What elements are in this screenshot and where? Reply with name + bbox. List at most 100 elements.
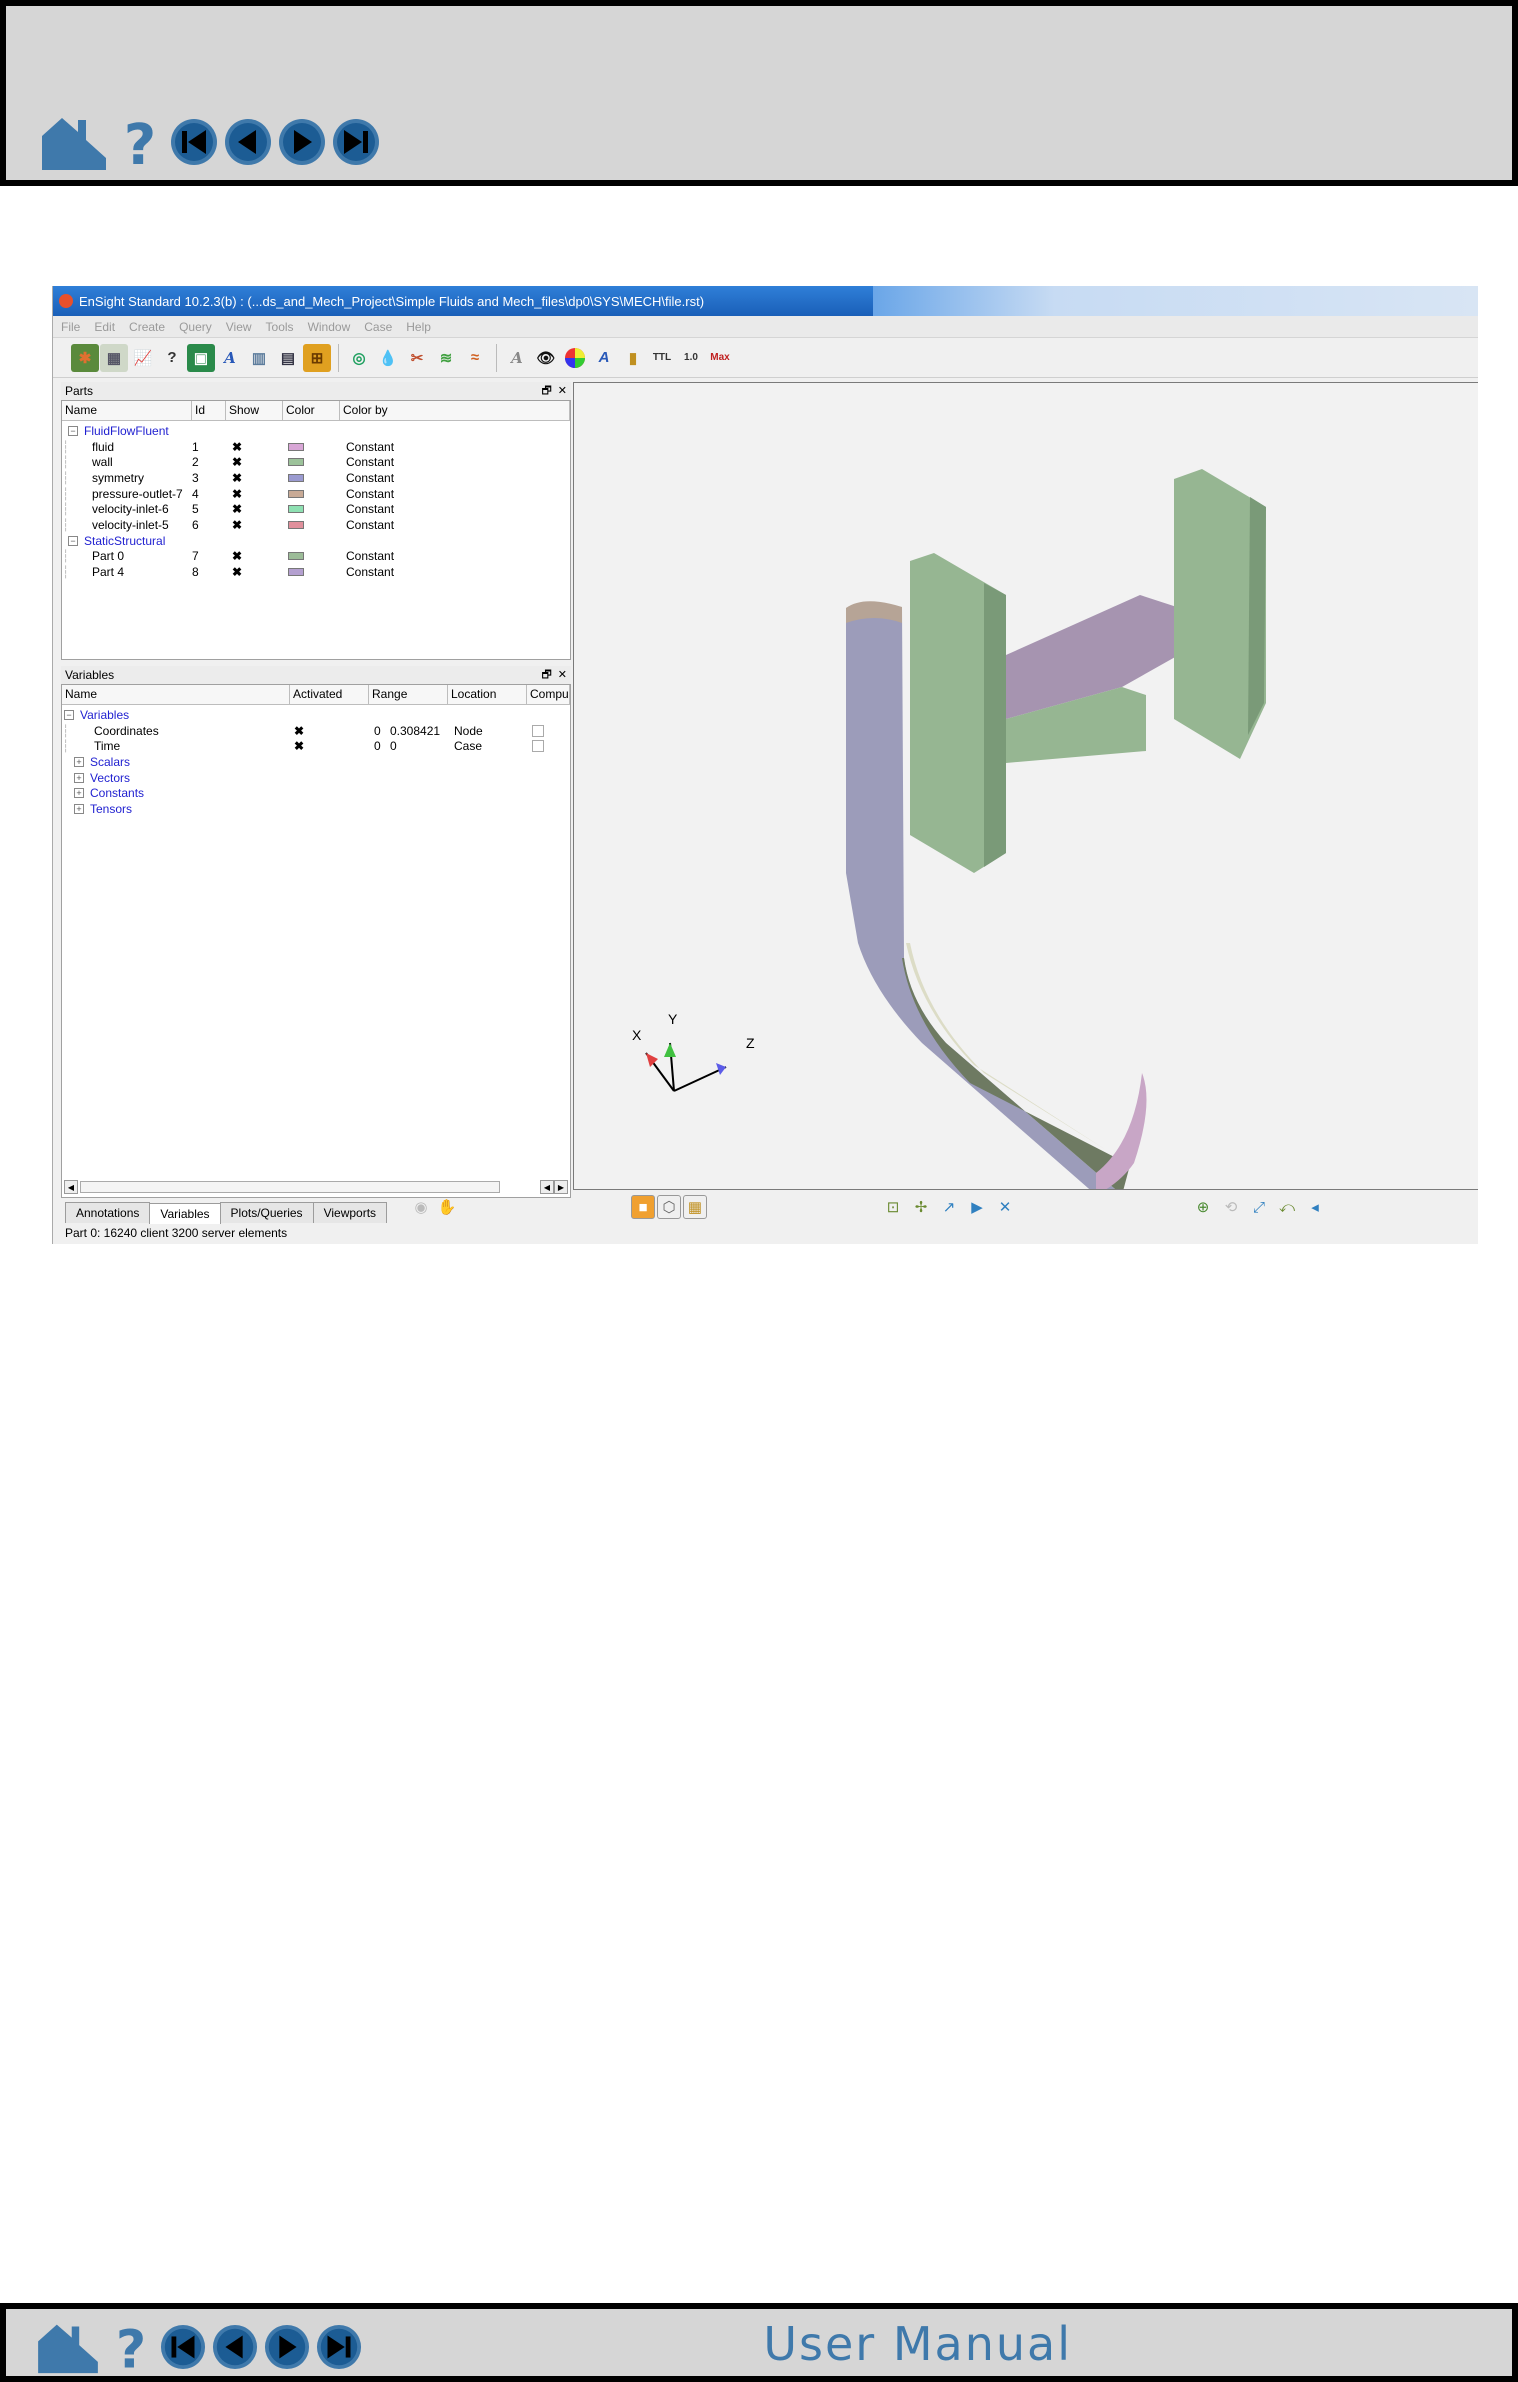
tree-group-tensors[interactable]: + Tensors xyxy=(62,801,570,817)
undo-view-icon[interactable]: ⤺ xyxy=(1275,1195,1299,1219)
show-checkbox[interactable]: ✖ xyxy=(232,549,288,563)
list-item[interactable]: ┆ Coordinates ✖ 0 0.308421 Node xyxy=(62,723,570,739)
tree-group-scalars[interactable]: + Scalars xyxy=(62,754,570,770)
float-icon[interactable]: 🗗 xyxy=(541,669,551,681)
expand-icon[interactable]: + xyxy=(74,788,84,799)
hand-icon[interactable]: ✋ xyxy=(435,1195,459,1219)
menu-query[interactable]: Query xyxy=(179,320,212,334)
close-icon[interactable]: ✕ xyxy=(558,385,567,397)
menu-create[interactable]: Create xyxy=(129,320,165,334)
parts-editor-icon[interactable]: ✱ xyxy=(71,343,99,372)
calculator-icon[interactable]: ▦ xyxy=(100,343,128,372)
help-icon[interactable]: ? xyxy=(108,2319,154,2381)
menu-window[interactable]: Window xyxy=(308,320,351,334)
expand-icon[interactable]: + xyxy=(74,772,84,783)
col-name[interactable]: Name xyxy=(62,685,290,704)
streamlines-icon[interactable]: ≋ xyxy=(432,344,460,372)
list-item[interactable]: ┆ Time ✖ 0 0 Case xyxy=(62,738,570,754)
isosurface-icon[interactable]: ◎ xyxy=(345,344,373,372)
translate-icon[interactable]: ⤢ xyxy=(1247,1195,1271,1219)
col-id[interactable]: Id xyxy=(192,401,226,420)
plane-tool-icon[interactable]: ▶ xyxy=(965,1195,989,1219)
col-range[interactable]: Range xyxy=(369,685,448,704)
menu-view[interactable]: View xyxy=(226,320,252,334)
legend-icon[interactable]: ▮ xyxy=(619,344,647,372)
help-icon[interactable]: ? xyxy=(116,112,164,178)
color-swatch[interactable] xyxy=(288,552,304,561)
menu-file[interactable]: File xyxy=(61,320,80,334)
show-checkbox[interactable]: ✖ xyxy=(232,440,288,454)
menu-tools[interactable]: Tools xyxy=(266,320,294,334)
list-item[interactable]: ┆ wall 2 ✖ Constant xyxy=(62,454,570,470)
viewports-icon[interactable]: ▣ xyxy=(187,343,215,372)
hidden-line-icon[interactable]: ▦ xyxy=(683,1195,707,1219)
list-item[interactable]: ┆ Part 0 7 ✖ Constant xyxy=(62,549,570,565)
title-icon[interactable]: TTL xyxy=(648,344,676,372)
computed-checkbox[interactable] xyxy=(532,740,544,753)
color-wheel-icon[interactable] xyxy=(561,344,589,372)
record-icon[interactable]: ◉ xyxy=(409,1195,433,1219)
show-checkbox[interactable]: ✖ xyxy=(232,471,288,485)
menu-edit[interactable]: Edit xyxy=(94,320,115,334)
activated-checkbox[interactable]: ✖ xyxy=(294,739,374,753)
color-swatch[interactable] xyxy=(288,442,304,451)
max-icon[interactable]: Max xyxy=(706,344,734,372)
collapse-icon[interactable]: − xyxy=(68,535,78,546)
graphics-viewport[interactable]: X Y Z xyxy=(573,382,1478,1203)
plotter-icon[interactable]: 📈 xyxy=(129,344,157,372)
previous-page-icon[interactable] xyxy=(224,118,272,171)
color-swatch[interactable] xyxy=(288,458,304,467)
col-computed[interactable]: Compu xyxy=(527,685,570,704)
view-options-icon[interactable]: ◂ xyxy=(1303,1195,1327,1219)
color-swatch[interactable] xyxy=(288,568,304,577)
col-show[interactable]: Show xyxy=(226,401,283,420)
flipbook-icon[interactable]: ▤ xyxy=(274,344,302,372)
clip-icon[interactable]: ✂ xyxy=(403,344,431,372)
next-page-icon[interactable] xyxy=(278,118,326,171)
previous-page-icon[interactable] xyxy=(212,2324,258,2375)
zoom-box-icon[interactable]: ⊡ xyxy=(881,1195,905,1219)
tree-group-constants[interactable]: + Constants xyxy=(62,785,570,801)
drops-icon[interactable]: 💧 xyxy=(374,344,402,372)
box-tool-icon[interactable]: ✕ xyxy=(993,1195,1017,1219)
rotate-icon[interactable]: ⟲ xyxy=(1219,1195,1243,1219)
toolbox-icon[interactable]: ⊞ xyxy=(303,343,331,372)
tree-group-staticstructural[interactable]: − StaticStructural xyxy=(62,533,570,549)
annotation-text-icon[interactable]: A xyxy=(216,344,244,372)
list-item[interactable]: ┆ symmetry 3 ✖ Constant xyxy=(62,470,570,486)
col-color[interactable]: Color xyxy=(283,401,340,420)
list-item[interactable]: ┆ velocity-inlet-6 5 ✖ Constant xyxy=(62,501,570,517)
first-page-icon[interactable] xyxy=(160,2324,206,2375)
collapse-icon[interactable]: − xyxy=(64,709,74,720)
show-checkbox[interactable]: ✖ xyxy=(232,487,288,501)
menu-case[interactable]: Case xyxy=(364,320,392,334)
list-item[interactable]: ┆ velocity-inlet-5 6 ✖ Constant xyxy=(62,517,570,533)
color-swatch[interactable] xyxy=(288,505,304,514)
tree-group-variables[interactable]: − Variables xyxy=(62,707,570,723)
tree-group-vectors[interactable]: + Vectors xyxy=(62,770,570,786)
text-annotation-icon[interactable]: A xyxy=(503,344,531,372)
list-item[interactable]: ┆ pressure-outlet-7 4 ✖ Constant xyxy=(62,486,570,502)
home-icon[interactable] xyxy=(38,112,110,177)
computed-checkbox[interactable] xyxy=(532,724,544,737)
wireframe-mode-icon[interactable]: ⬡ xyxy=(657,1195,681,1219)
menu-help[interactable]: Help xyxy=(406,320,431,334)
col-name[interactable]: Name xyxy=(62,401,192,420)
show-checkbox[interactable]: ✖ xyxy=(232,565,288,579)
close-icon[interactable]: ✕ xyxy=(558,669,567,681)
query-icon[interactable]: ? xyxy=(158,344,186,372)
font-size-icon[interactable]: A xyxy=(590,344,618,372)
last-page-icon[interactable] xyxy=(332,118,380,171)
color-swatch[interactable] xyxy=(288,473,304,482)
number-format-icon[interactable]: 1.0 xyxy=(677,344,705,372)
show-checkbox[interactable]: ✖ xyxy=(232,455,288,469)
color-swatch[interactable] xyxy=(288,489,304,498)
list-item[interactable]: ┆ Part 4 8 ✖ Constant xyxy=(62,564,570,580)
expand-icon[interactable]: + xyxy=(74,803,84,814)
color-swatch[interactable] xyxy=(288,520,304,529)
shaded-mode-icon[interactable]: ■ xyxy=(631,1195,655,1219)
tree-group-fluidflowfluent[interactable]: − FluidFlowFluent xyxy=(62,423,570,439)
particle-trace-icon[interactable]: ≈ xyxy=(461,344,489,372)
first-page-icon[interactable] xyxy=(170,118,218,171)
list-item[interactable]: ┆ fluid 1 ✖ Constant xyxy=(62,439,570,455)
